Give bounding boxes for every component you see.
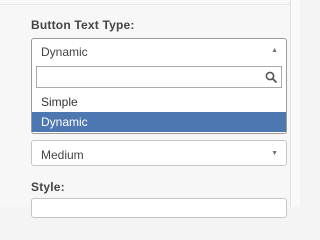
option-simple[interactable]: Simple bbox=[32, 92, 286, 112]
arrow-down-icon: ▼ bbox=[271, 150, 278, 157]
size-selected-value: Medium bbox=[41, 148, 84, 162]
arrow-up-icon: ▲ bbox=[271, 47, 278, 54]
dropdown-search-input[interactable] bbox=[36, 66, 282, 88]
search-icon bbox=[265, 71, 277, 83]
style-label: Style: bbox=[31, 180, 65, 194]
button-text-type-dropdown: Simple Dynamic bbox=[31, 62, 287, 134]
button-text-type-select[interactable]: Dynamic ▲ bbox=[31, 38, 287, 63]
size-select[interactable]: Medium ▼ bbox=[31, 140, 287, 166]
style-select[interactable] bbox=[31, 198, 287, 218]
option-dynamic[interactable]: Dynamic bbox=[32, 112, 286, 132]
button-text-type-label: Button Text Type: bbox=[31, 18, 135, 32]
button-text-type-selected-value: Dynamic bbox=[41, 45, 88, 59]
divider bbox=[0, 0, 290, 5]
panel-edge bbox=[291, 0, 300, 207]
